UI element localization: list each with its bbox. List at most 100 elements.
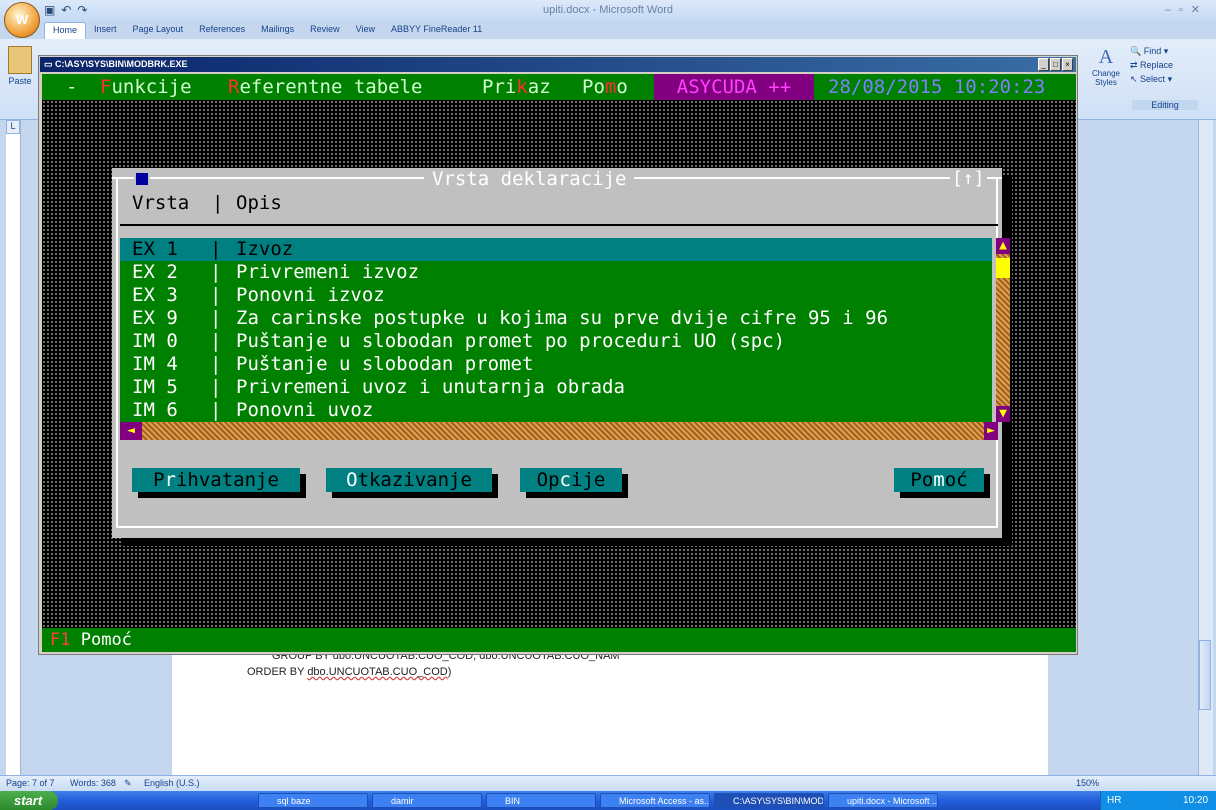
close-icon — [136, 173, 148, 185]
row-code: EX 2 — [132, 261, 178, 283]
row-separator: | — [210, 307, 222, 329]
taskbar-item-sql-baze[interactable]: sql baze — [258, 793, 368, 808]
list-item[interactable]: IM 4 | Puštanje u slobodan promet — [120, 353, 992, 376]
taskbar-item-word[interactable]: upiti.docx - Microsoft ... — [828, 793, 938, 808]
office-button-logo: W — [15, 12, 29, 27]
page-count[interactable]: Page: 7 of 7 — [6, 778, 55, 788]
clipboard-icon — [8, 46, 32, 74]
tab-references[interactable]: References — [191, 22, 253, 39]
word-statusbar: Page: 7 of 7 Words: 368 ✎ English (U.S.)… — [0, 775, 1216, 792]
document-line-order-by: ORDER BY dbo.UNCUOTAB.CUO_COD) — [247, 666, 451, 678]
tab-abbyy[interactable]: ABBYY FineReader 11 — [383, 22, 490, 39]
console-titlebar[interactable]: ▭ C:\ASY\SYS\BIN\MODBRK.EXE — [40, 57, 1076, 72]
scroll-thumb[interactable] — [996, 258, 1010, 278]
list-item[interactable]: EX 1 | Izvoz — [120, 238, 992, 261]
word-count[interactable]: Words: 368 — [70, 778, 116, 788]
scroll-left-icon[interactable]: ◄ — [120, 422, 142, 440]
word-window-controls[interactable]: –▫✕ — [1165, 3, 1208, 16]
list-item[interactable]: IM 5 | Privremeni uvoz i unutarnja obrada — [120, 376, 992, 399]
declaration-type-list[interactable]: EX 1 | Izvoz EX 2 | Privremeni izvoz EX 3 | Po… — [120, 238, 992, 422]
clock[interactable]: 10:20 — [1183, 791, 1208, 810]
row-description: Za carinske postupke u kojima su prve dv… — [236, 307, 889, 329]
menu-prikaz[interactable]: Prikaz — [482, 74, 551, 100]
scroll-up-icon[interactable]: ▲ — [996, 238, 1010, 254]
opcije-button[interactable]: Opcije — [520, 468, 622, 492]
tab-mailings[interactable]: Mailings — [253, 22, 302, 39]
otkazivanje-button[interactable]: Otkazivanje — [326, 468, 492, 492]
replace-label: Replace — [1140, 60, 1174, 70]
taskbar-item-bin[interactable]: BIN — [486, 793, 596, 808]
start-button[interactable]: start — [0, 791, 58, 810]
row-code: EX 3 — [132, 284, 178, 306]
list-vertical-scrollbar[interactable]: ▲ ▼ — [996, 238, 1010, 422]
tab-home[interactable]: Home — [44, 22, 87, 39]
dialog-zoom-button[interactable]: [↑] — [950, 168, 987, 190]
row-code: EX 9 — [132, 307, 178, 329]
zoom-level[interactable]: 150% — [1076, 778, 1099, 788]
tab-selector[interactable]: L — [6, 120, 20, 134]
replace-button[interactable]: ⇄ Replace — [1130, 58, 1200, 72]
order-by-field: dbo.UNCUOTAB.CUO_COD — [307, 666, 448, 678]
menu-funkcije[interactable]: Funkcije — [100, 74, 192, 100]
find-label: Find — [1143, 46, 1162, 56]
row-description: Puštanje u slobodan promet — [236, 353, 534, 375]
pomoc-button[interactable]: Pomoć — [894, 468, 984, 492]
maximize-button[interactable]: □ — [1050, 58, 1061, 71]
hotkey-f: F — [100, 76, 112, 98]
row-code: IM 4 — [132, 353, 178, 375]
find-button[interactable]: 🔍 Find ▾ — [1130, 44, 1200, 58]
tab-review[interactable]: Review — [302, 22, 348, 39]
minimize-button[interactable]: _ — [1038, 58, 1049, 71]
status-help-text[interactable]: Pomoć — [81, 630, 132, 650]
close-button[interactable]: × — [1062, 58, 1073, 71]
app-badge: ASYCUDA ++ — [654, 74, 814, 100]
console-icon: ▭ — [44, 59, 53, 69]
menu-funkcije-label: unkcije — [111, 76, 192, 98]
row-description: Privremeni uvoz i unutarnja obrada — [236, 376, 625, 398]
console-window-controls: _ □ × — [1038, 58, 1074, 71]
vrsta-deklaracije-dialog: Vrsta deklaracije [↑] Vrsta | Opis EX 1 |… — [112, 168, 1010, 538]
cancel-label-rest: tkazivanje — [357, 469, 472, 491]
row-separator: | — [210, 376, 222, 398]
taskbar-item-access[interactable]: Microsoft Access - as... — [600, 793, 710, 808]
change-styles-button[interactable]: A Change Styles — [1086, 46, 1126, 87]
tab-page-layout[interactable]: Page Layout — [125, 22, 192, 39]
menu-referentne-tabele[interactable]: Referentne tabele — [228, 74, 422, 100]
options-label-pre: Op — [536, 469, 560, 491]
taskbar-item-console[interactable]: C:\ASY\SYS\BIN\MOD... — [714, 793, 824, 808]
menu-pomoc-pre: Po — [582, 76, 605, 98]
language[interactable]: English (U.S.) — [144, 778, 200, 788]
help-label-rest: oć — [944, 469, 968, 491]
document-scroll-thumb[interactable] — [1199, 640, 1211, 710]
language-indicator[interactable]: HR — [1107, 791, 1121, 810]
prihvatanje-button[interactable]: Prihvatanje — [132, 468, 300, 492]
system-tray: HR 10:20 — [1100, 791, 1216, 810]
status-key[interactable]: F1 — [50, 630, 70, 650]
scroll-right-icon[interactable]: ► — [984, 422, 998, 440]
dialog-close-button[interactable] — [134, 168, 150, 190]
select-button[interactable]: ↖ Select ▾ — [1130, 72, 1200, 86]
row-description: Privremeni izvoz — [236, 261, 420, 283]
list-item[interactable]: EX 2 | Privremeni izvoz — [120, 261, 992, 284]
paste-button[interactable]: Paste — [6, 46, 34, 106]
menu-pomoc-rest: o — [616, 76, 628, 98]
order-by-prefix: ORDER BY — [247, 666, 308, 678]
list-item[interactable]: EX 3 | Ponovni izvoz — [120, 284, 992, 307]
list-item[interactable]: IM 6 | Ponovni uvoz — [120, 399, 992, 422]
taskbar-item-damir[interactable]: damir — [372, 793, 482, 808]
accept-hotkey: r — [164, 469, 176, 491]
scroll-down-icon[interactable]: ▼ — [996, 406, 1010, 422]
paste-label: Paste — [8, 76, 32, 86]
dialog-title: Vrsta deklaracije — [424, 168, 635, 190]
list-horizontal-scrollbar[interactable]: ◄ ► — [120, 422, 998, 440]
tab-insert[interactable]: Insert — [86, 22, 125, 39]
proofing-icon[interactable]: ✎ — [124, 778, 132, 789]
editing-group: 🔍 Find ▾ ⇄ Replace ↖ Select ▾ — [1130, 44, 1200, 86]
list-item[interactable]: IM 0 | Puštanje u slobodan promet po proce… — [120, 330, 992, 353]
menu-referentne-label: eferentne tabele — [239, 76, 423, 98]
menu-pomoc[interactable]: Pomo — [582, 74, 628, 100]
list-item[interactable]: EX 9 | Za carinske postupke u kojima su pr… — [120, 307, 992, 330]
office-button[interactable]: W — [4, 2, 40, 38]
tab-view[interactable]: View — [348, 22, 383, 39]
menu-system[interactable]: - — [66, 74, 77, 100]
